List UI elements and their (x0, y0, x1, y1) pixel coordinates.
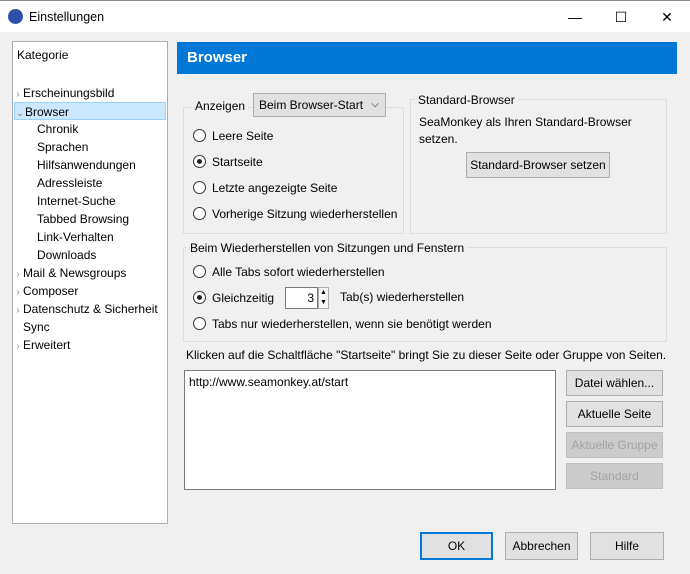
sidebar-item[interactable]: Sync (13, 318, 167, 336)
current-group-button[interactable]: Aktuelle Gruppe (566, 432, 663, 458)
sidebar-item[interactable]: Chronik (13, 120, 167, 138)
startup-option-radio[interactable]: Letzte angezeigte Seite (193, 180, 337, 196)
current-page-button[interactable]: Aktuelle Seite (566, 401, 663, 427)
default-browser-text: SeaMonkey als Ihren Standard-Browser set… (419, 115, 632, 146)
title-bar: Einstellungen — ☐ ✕ (0, 0, 690, 32)
sidebar-item-label: Sync (23, 320, 50, 334)
spin-up-icon[interactable]: ▲ (319, 288, 328, 298)
startup-option-radio[interactable]: Vorherige Sitzung wiederherstellen (193, 206, 397, 222)
sidebar-item-label: Tabbed Browsing (37, 212, 130, 226)
sidebar-item-label: Adressleiste (37, 176, 103, 190)
help-button[interactable]: Hilfe (590, 532, 664, 560)
chevron-down-icon: ⌵ (371, 99, 379, 110)
sidebar-item[interactable]: Tabbed Browsing (13, 210, 167, 228)
restore-simultaneous-radio[interactable]: Gleichzeitig (193, 290, 274, 306)
radio-circle (193, 207, 206, 220)
sidebar-item[interactable]: › Datenschutz & Sicherheit (13, 300, 167, 318)
startup-select-value: Beim Browser-Start (259, 98, 364, 112)
sidebar-item[interactable]: Adressleiste (13, 174, 167, 192)
tab-count-spinner[interactable]: ▲ ▼ (318, 287, 329, 309)
sidebar-item-label: Sprachen (37, 140, 89, 154)
startup-select[interactable]: Beim Browser-Start ⌵ (253, 93, 386, 117)
sidebar-item[interactable]: Internet-Suche (13, 192, 167, 210)
sidebar-item[interactable]: Downloads (13, 246, 167, 264)
radio-circle (193, 317, 206, 330)
radio-circle (193, 265, 206, 278)
radio-circle (193, 291, 206, 304)
sidebar-item-label: Composer (23, 284, 79, 298)
radio-label: Leere Seite (212, 129, 274, 143)
sidebar-item[interactable]: › Mail & Newsgroups (13, 264, 167, 282)
tab-count-input[interactable]: 3 (285, 287, 318, 309)
sidebar-item[interactable]: Sprachen (13, 138, 167, 156)
chevron-right-icon[interactable]: › (13, 338, 23, 356)
sidebar-item[interactable]: Hilfsanwendungen (13, 156, 167, 174)
category-heading: Kategorie (17, 48, 69, 62)
radio-circle (193, 129, 206, 142)
sidebar-item-label: Chronik (37, 122, 79, 136)
default-button[interactable]: Standard (566, 463, 663, 489)
sidebar-item-label: Downloads (37, 248, 97, 262)
sidebar-item-label: Datenschutz & Sicherheit (23, 302, 158, 316)
sidebar-item-label: Hilfsanwendungen (37, 158, 136, 172)
radio-label: Letzte angezeigte Seite (212, 181, 338, 195)
sidebar-item-label: Erscheinungsbild (23, 86, 115, 100)
default-browser-legend: Standard-Browser (415, 93, 518, 107)
restore-legend: Beim Wiederherstellen von Sitzungen und … (187, 241, 468, 255)
homepage-label: Klicken auf die Schaltfläche "Startseite… (186, 348, 667, 362)
sidebar-item[interactable]: ⌄Browser (14, 102, 166, 120)
maximize-button[interactable]: ☐ (598, 5, 644, 29)
category-tree[interactable]: Kategorie › Erscheinungsbild ⌄Browser Chron… (12, 41, 168, 524)
sidebar-item[interactable]: Link-Verhalten (13, 228, 167, 246)
sidebar-item[interactable]: › Erweitert (13, 336, 167, 354)
close-button[interactable]: ✕ (644, 5, 690, 29)
page-title: Browser (177, 42, 677, 74)
tab-count-suffix: Tab(s) wiederherstellen (340, 290, 465, 304)
startup-option-radio[interactable]: Leere Seite (193, 128, 273, 144)
minimize-button[interactable]: — (552, 5, 598, 29)
sidebar-item[interactable]: › Composer (13, 282, 167, 300)
radio-label: Alle Tabs sofort wiederherstellen (212, 265, 385, 279)
set-default-browser-button[interactable]: Standard-Browser setzen (466, 152, 610, 178)
radio-label: Gleichzeitig (212, 291, 275, 305)
radio-label: Tabs nur wiederherstellen, wenn sie benö… (212, 317, 492, 331)
sidebar-item-label: Mail & Newsgroups (23, 266, 127, 280)
sidebar-item-label: Erweitert (23, 338, 71, 352)
homepage-textarea[interactable]: http://www.seamonkey.at/start (184, 370, 556, 490)
cancel-button[interactable]: Abbrechen (505, 532, 578, 560)
radio-circle (193, 181, 206, 194)
sidebar-item-label: Link-Verhalten (37, 230, 114, 244)
startup-option-radio[interactable]: Startseite (193, 154, 263, 170)
radio-label: Vorherige Sitzung wiederherstellen (212, 207, 398, 221)
ok-button[interactable]: OK (420, 532, 493, 560)
sidebar-item[interactable]: › Erscheinungsbild (13, 84, 167, 102)
choose-file-button[interactable]: Datei wählen... (566, 370, 663, 396)
startup-label: Anzeigen (192, 99, 249, 113)
sidebar-item-label: Internet-Suche (37, 194, 116, 208)
window-title: Einstellungen (29, 10, 105, 24)
restore-all-radio[interactable]: Alle Tabs sofort wiederherstellen (193, 264, 385, 280)
radio-label: Startseite (212, 155, 263, 169)
spin-down-icon[interactable]: ▼ (319, 298, 328, 308)
restore-on-demand-radio[interactable]: Tabs nur wiederherstellen, wenn sie benö… (193, 316, 492, 332)
sidebar-item-label: Browser (25, 105, 70, 119)
app-logo-icon (8, 9, 23, 24)
radio-circle (193, 155, 206, 168)
